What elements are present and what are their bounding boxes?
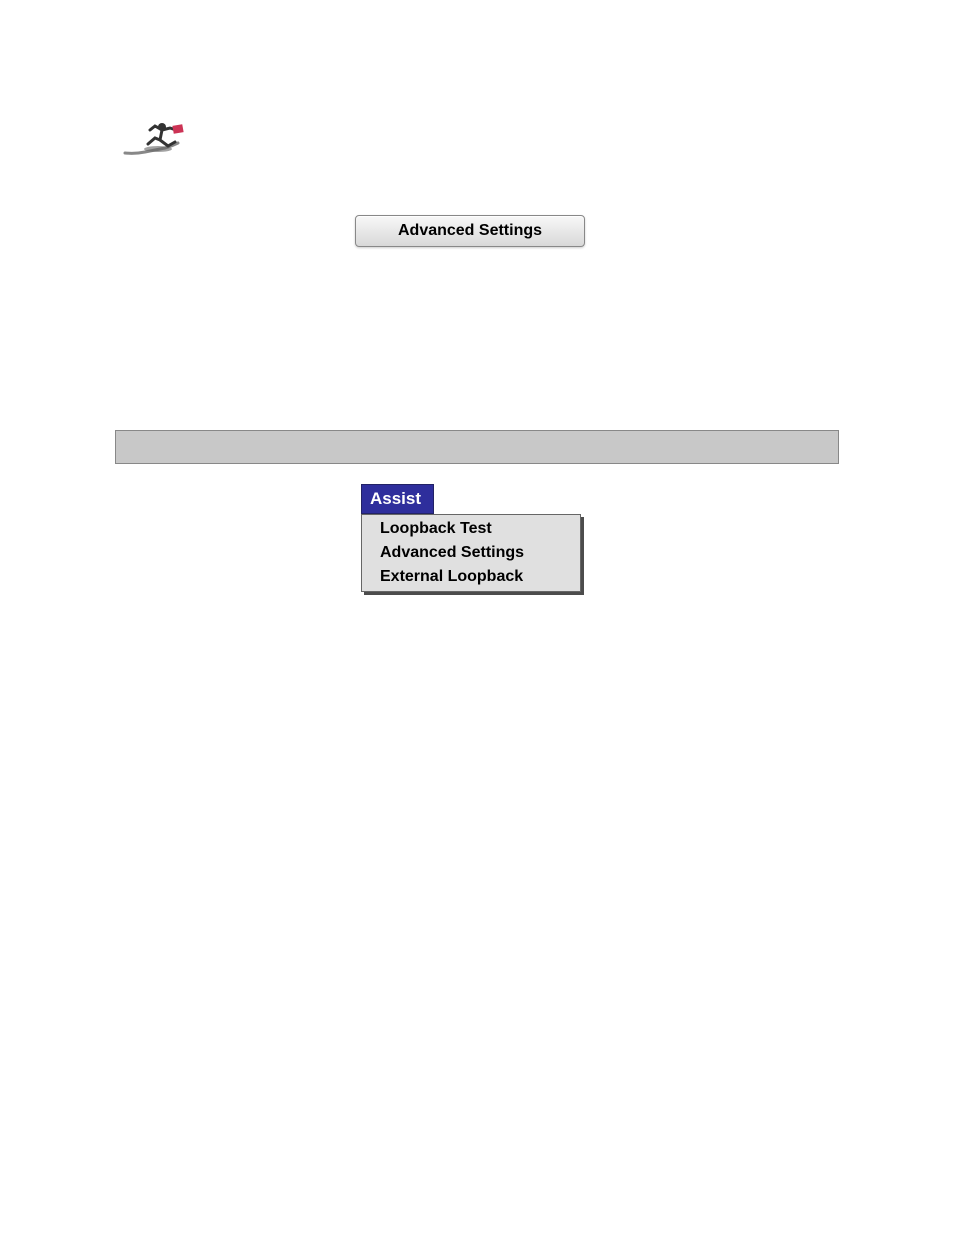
hurdler-logo-icon xyxy=(120,118,192,158)
assist-dropdown: Loopback Test Advanced Settings External… xyxy=(361,514,581,592)
section-divider-bar xyxy=(115,430,839,464)
assist-menu-title[interactable]: Assist xyxy=(361,484,434,514)
advanced-settings-button-label: Advanced Settings xyxy=(398,222,542,240)
menu-item-external-loopback[interactable]: External Loopback xyxy=(362,565,580,591)
assist-menu: Assist Loopback Test Advanced Settings E… xyxy=(361,484,581,592)
menu-item-loopback-test[interactable]: Loopback Test xyxy=(362,515,580,541)
advanced-settings-button[interactable]: Advanced Settings xyxy=(355,215,585,247)
menu-item-advanced-settings[interactable]: Advanced Settings xyxy=(362,541,580,565)
